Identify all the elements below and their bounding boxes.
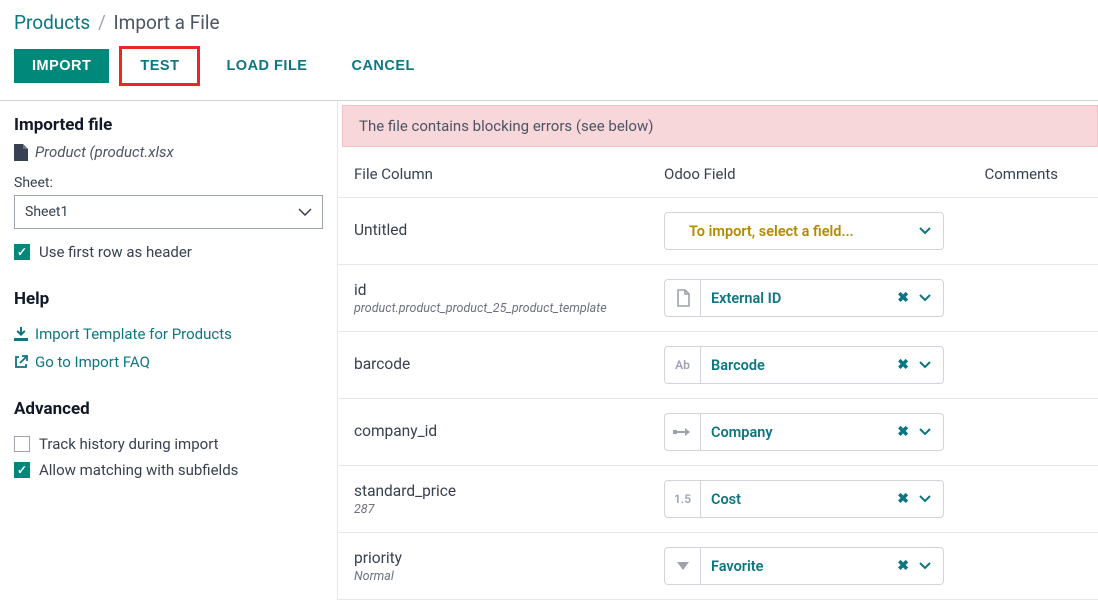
odoo-field-cell: External ID✖ xyxy=(664,279,944,317)
faq-text: Go to Import FAQ xyxy=(35,353,150,371)
odoo-field-cell: To import, select a field... xyxy=(664,212,944,250)
file-column-sample: 287 xyxy=(354,502,664,517)
breadcrumb-current: Import a File xyxy=(114,11,220,34)
faq-link[interactable]: Go to Import FAQ xyxy=(14,353,323,371)
field-type-icon: Ab xyxy=(665,347,701,383)
track-history-checkbox[interactable]: Track history during import xyxy=(14,435,323,453)
checkbox-icon xyxy=(14,244,30,260)
file-column-name: barcode xyxy=(354,355,664,373)
field-type-icon xyxy=(665,213,679,249)
field-picker[interactable]: Favorite✖ xyxy=(664,547,944,585)
track-history-label: Track history during import xyxy=(39,435,219,453)
mapping-row: company_idCompany✖ xyxy=(338,399,1098,466)
mapping-row: priorityNormalFavorite✖ xyxy=(338,533,1098,600)
clear-field-icon[interactable]: ✖ xyxy=(891,558,915,574)
field-picker[interactable]: AbBarcode✖ xyxy=(664,346,944,384)
clear-field-icon[interactable]: ✖ xyxy=(891,424,915,440)
allow-subfields-checkbox[interactable]: Allow matching with subfields xyxy=(14,461,323,479)
field-picker-label: Cost xyxy=(701,491,891,508)
content-area: The file contains blocking errors (see b… xyxy=(338,101,1098,600)
file-column-sample: Normal xyxy=(354,569,664,584)
first-row-header-label: Use first row as header xyxy=(39,243,192,261)
allow-subfields-label: Allow matching with subfields xyxy=(39,461,238,479)
sheet-value: Sheet1 xyxy=(25,204,68,220)
import-button[interactable]: IMPORT xyxy=(14,49,109,83)
file-column-cell: priority Normal xyxy=(354,549,664,584)
clear-field-icon[interactable]: ✖ xyxy=(891,491,915,507)
sheet-select[interactable]: Sheet1 xyxy=(14,195,323,229)
field-type-icon xyxy=(665,414,701,450)
file-column-cell: barcode xyxy=(354,355,664,375)
field-picker-label: Favorite xyxy=(701,558,891,575)
field-picker[interactable]: To import, select a field... xyxy=(664,212,944,250)
chevron-down-icon[interactable] xyxy=(915,361,935,369)
file-column-name: Untitled xyxy=(354,221,664,239)
sheet-label: Sheet: xyxy=(14,175,323,191)
field-picker[interactable]: Company✖ xyxy=(664,413,944,451)
odoo-field-cell: Company✖ xyxy=(664,413,944,451)
file-column-name: standard_price xyxy=(354,482,664,500)
chevron-down-icon[interactable] xyxy=(915,227,935,235)
breadcrumb-parent[interactable]: Products xyxy=(14,11,90,34)
first-row-header-checkbox[interactable]: Use first row as header xyxy=(14,243,323,261)
mapping-row: barcodeAbBarcode✖ xyxy=(338,332,1098,399)
header-comments: Comments xyxy=(974,165,1082,183)
odoo-field-cell: AbBarcode✖ xyxy=(664,346,944,384)
mapping-row: id product.product_product_25_product_tem… xyxy=(338,265,1098,332)
imported-file-name: Product (product.xlsx xyxy=(35,143,174,161)
imported-file-heading: Imported file xyxy=(14,115,323,135)
chevron-down-icon[interactable] xyxy=(915,428,935,436)
file-column-name: id xyxy=(354,281,664,299)
header-file-column: File Column xyxy=(354,165,664,183)
chevron-down-icon[interactable] xyxy=(915,294,935,302)
import-template-link[interactable]: Import Template for Products xyxy=(14,325,323,343)
chevron-down-icon[interactable] xyxy=(915,562,935,570)
file-column-name: company_id xyxy=(354,422,664,440)
toolbar: IMPORT TEST LOAD FILE CANCEL xyxy=(0,40,1098,101)
mapping-row: Untitled To import, select a field... xyxy=(338,198,1098,265)
download-icon xyxy=(14,327,28,341)
field-type-icon: 1.5 xyxy=(665,481,701,517)
external-link-icon xyxy=(14,355,28,369)
clear-field-icon[interactable]: ✖ xyxy=(891,357,915,373)
odoo-field-cell: Favorite✖ xyxy=(664,547,944,585)
field-type-icon xyxy=(665,548,701,584)
file-column-cell: company_id xyxy=(354,422,664,442)
breadcrumb: Products / Import a File xyxy=(0,0,1098,40)
field-picker-label: External ID xyxy=(701,290,891,307)
field-type-icon xyxy=(665,280,701,316)
field-picker-label: To import, select a field... xyxy=(679,223,915,240)
load-file-button[interactable]: LOAD FILE xyxy=(208,49,325,83)
checkbox-icon xyxy=(14,436,30,452)
cancel-button[interactable]: CANCEL xyxy=(333,49,432,83)
field-picker[interactable]: External ID✖ xyxy=(664,279,944,317)
error-alert: The file contains blocking errors (see b… xyxy=(342,105,1098,147)
sidebar: Imported file Product (product.xlsx Shee… xyxy=(0,101,338,600)
file-column-cell: Untitled xyxy=(354,221,664,241)
clear-field-icon[interactable]: ✖ xyxy=(891,290,915,306)
field-picker[interactable]: 1.5Cost✖ xyxy=(664,480,944,518)
breadcrumb-separator: / xyxy=(98,11,106,34)
advanced-heading: Advanced xyxy=(14,399,323,419)
test-button[interactable]: TEST xyxy=(119,46,200,86)
field-picker-label: Barcode xyxy=(701,357,891,374)
file-column-cell: id product.product_product_25_product_tem… xyxy=(354,281,664,316)
mapping-row: standard_price 2871.5Cost✖ xyxy=(338,466,1098,533)
checkbox-icon xyxy=(14,462,30,478)
file-icon xyxy=(14,144,28,161)
imported-file-name-row: Product (product.xlsx xyxy=(14,143,323,161)
chevron-down-icon xyxy=(298,208,312,216)
file-column-sample: product.product_product_25_product_templ… xyxy=(354,301,664,316)
file-column-cell: standard_price 287 xyxy=(354,482,664,517)
field-picker-label: Company xyxy=(701,424,891,441)
chevron-down-icon[interactable] xyxy=(915,495,935,503)
help-heading: Help xyxy=(14,289,323,309)
odoo-field-cell: 1.5Cost✖ xyxy=(664,480,944,518)
file-column-name: priority xyxy=(354,549,664,567)
header-odoo-field: Odoo Field xyxy=(664,165,974,183)
import-template-text: Import Template for Products xyxy=(35,325,232,343)
mapping-header: File Column Odoo Field Comments xyxy=(338,151,1098,198)
